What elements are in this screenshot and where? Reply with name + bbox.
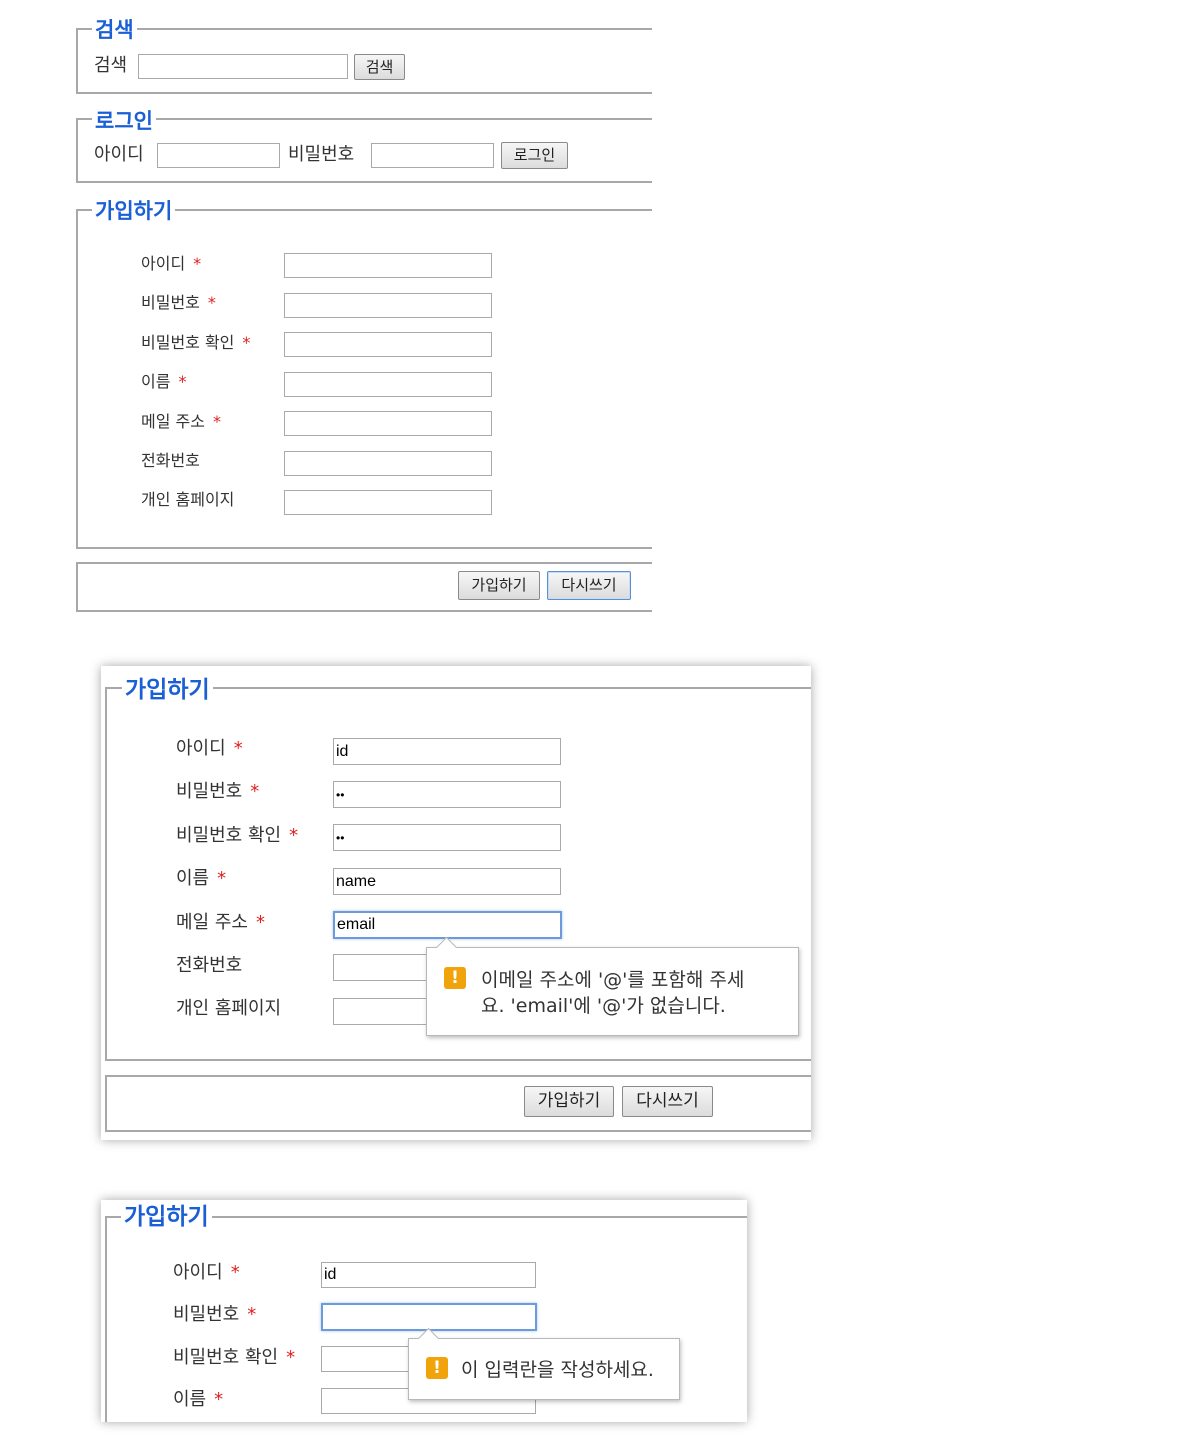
email-validation-tooltip: ! 이메일 주소에 '@'를 포함해 주세 요. 'email'에 '@'가 없… xyxy=(426,936,799,1036)
login-id-input[interactable] xyxy=(157,143,280,168)
signup2-label-email: 메일 주소 * xyxy=(176,912,265,933)
search-legend: 검색 xyxy=(92,20,137,41)
signup-label-homepage: 개인 홈페이지 xyxy=(141,490,235,509)
signup-id-input[interactable] xyxy=(284,253,492,278)
signup-label-email: 메일 주소 * xyxy=(141,412,221,431)
submit-button[interactable]: 가입하기 xyxy=(458,571,540,600)
screenshot-required-validation: 가입하기 아이디* 비밀번호* 비밀번호 확인* 이름* ! 이 입력란을 작성… xyxy=(101,1200,747,1422)
signup2-email-input[interactable] xyxy=(333,911,562,939)
warning-icon-3: ! xyxy=(426,1357,448,1379)
signup3-password-input[interactable] xyxy=(321,1303,537,1331)
tooltip-text-3: 이 입력란을 작성하세요. xyxy=(461,1359,654,1381)
signup3-label-password-confirm: 비밀번호 확인 * xyxy=(173,1347,296,1368)
signup2-label-homepage: 개인 홈페이지 xyxy=(176,998,282,1019)
signup3-id-input[interactable] xyxy=(321,1262,536,1288)
login-pw-input[interactable] xyxy=(371,143,494,168)
signup2-label-password: 비밀번호 * xyxy=(176,781,260,802)
signup-password-input[interactable] xyxy=(284,293,492,318)
login-pw-label: 비밀번호 xyxy=(288,144,355,165)
signup-legend-3: 가입하기 xyxy=(121,1206,212,1229)
signup2-name-input[interactable] xyxy=(333,868,561,895)
search-label: 검색 xyxy=(94,55,128,76)
submit-button-2[interactable]: 가입하기 xyxy=(524,1086,614,1117)
signup3-label-name: 이름 * xyxy=(173,1389,224,1410)
signup-name-input[interactable] xyxy=(284,372,492,397)
signup-label-id: 아이디 * xyxy=(141,254,202,273)
tooltip-text-line1: 이메일 주소에 '@'를 포함해 주세 xyxy=(481,969,745,991)
tooltip-text-line2: 요. 'email'에 '@'가 없습니다. xyxy=(481,995,726,1017)
signup-label-password: 비밀번호 * xyxy=(141,293,216,312)
signup2-label-phone: 전화번호 xyxy=(176,955,243,976)
signup-email-input[interactable] xyxy=(284,411,492,436)
signup-homepage-input[interactable] xyxy=(284,490,492,515)
search-button[interactable]: 검색 xyxy=(354,54,405,80)
signup-legend: 가입하기 xyxy=(92,201,176,222)
signup3-label-id: 아이디 * xyxy=(173,1262,240,1283)
signup2-password-input[interactable]: •• xyxy=(333,781,561,808)
signup-password-confirm-input[interactable] xyxy=(284,332,492,357)
signup2-label-name: 이름 * xyxy=(176,868,227,889)
reset-button-2[interactable]: 다시쓰기 xyxy=(622,1086,713,1117)
signup3-label-password: 비밀번호 * xyxy=(173,1304,257,1325)
signup-label-phone: 전화번호 xyxy=(141,451,200,470)
reset-button[interactable]: 다시쓰기 xyxy=(547,571,631,600)
search-input[interactable] xyxy=(138,54,348,79)
signup2-label-password-confirm: 비밀번호 확인 * xyxy=(176,825,299,846)
signup-label-password-confirm: 비밀번호 확인 * xyxy=(141,333,251,352)
login-id-label: 아이디 xyxy=(94,144,144,165)
login-legend: 로그인 xyxy=(92,111,156,132)
signup-legend-2: 가입하기 xyxy=(122,679,213,702)
screenshot-email-validation: 가입하기 아이디* 비밀번호* •• 비밀번호 확인* •• 이름* 메일 주소… xyxy=(101,666,811,1140)
warning-icon: ! xyxy=(444,967,466,989)
signup-label-name: 이름 * xyxy=(141,372,187,391)
signup2-id-input[interactable] xyxy=(333,738,561,765)
signup2-password-confirm-input[interactable]: •• xyxy=(333,824,561,851)
required-validation-tooltip: ! 이 입력란을 작성하세요. xyxy=(408,1327,680,1400)
signup2-label-id: 아이디 * xyxy=(176,738,243,759)
signup-phone-input[interactable] xyxy=(284,451,492,476)
login-button[interactable]: 로그인 xyxy=(501,142,568,169)
